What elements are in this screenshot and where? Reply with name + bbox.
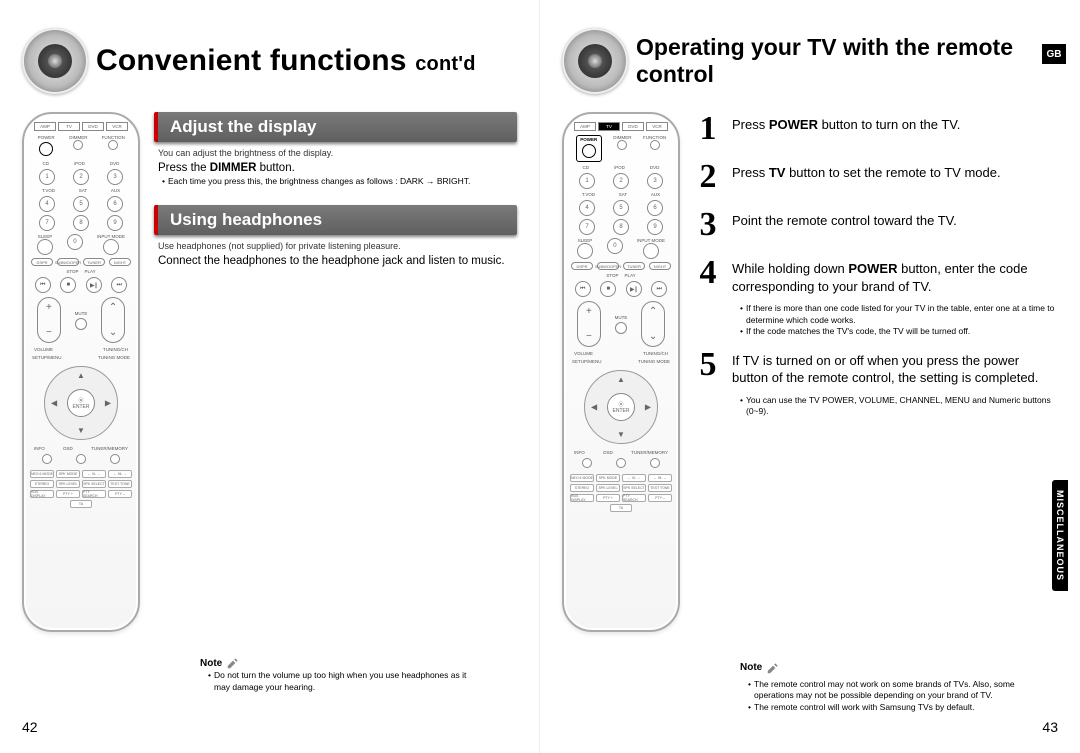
- dpad: ⦿ENTER ▲ ▼ ◀ ▶: [44, 366, 118, 440]
- remote-illustration-left: AMP TV DVD VCR POWER DIMMER: [22, 112, 140, 632]
- remote-mode-dvd: DVD: [82, 122, 104, 131]
- step-2: 2 Press TV button to set the remote to T…: [694, 160, 1058, 194]
- pencil-icon: [226, 656, 240, 670]
- speaker-icon: [22, 28, 88, 94]
- title-contd: cont'd: [415, 53, 475, 75]
- right-heading: Operating your TV with the remote contro…: [562, 28, 1058, 94]
- gb-badge: GB: [1042, 44, 1066, 64]
- step-5: 5 If TV is turned on or off when you pre…: [694, 348, 1058, 387]
- remote-bottom-grid: NEO 6 MODE SPK MODE ← VL → ← HL → STEREO…: [30, 470, 132, 498]
- remote-illustration-right: AMP TV DVD VCR POWER DIMMER: [562, 112, 680, 632]
- tuning-rocker: ⌃⌄: [101, 297, 125, 343]
- page-43: GB Operating your TV with the remote con…: [540, 0, 1080, 753]
- title-main: Convenient functions: [96, 44, 407, 77]
- volume-rocker: +−: [37, 297, 61, 343]
- pencil-icon: [766, 661, 780, 675]
- power-icon: [582, 144, 596, 158]
- page-number-right: 43: [1042, 719, 1058, 735]
- step-4: 4 While holding down POWER button, enter…: [694, 256, 1058, 295]
- step-4-notes: If there is more than one code listed fo…: [732, 303, 1058, 337]
- headphones-body: Connect the headphones to the headphone …: [158, 255, 517, 267]
- step-5-notes: You can use the TV POWER, VOLUME, CHANNE…: [732, 395, 1058, 418]
- headphones-intro: Use headphones (not supplied) for privat…: [158, 241, 517, 251]
- adjust-intro: You can adjust the brightness of the dis…: [158, 148, 517, 158]
- remote-mode-tv: TV: [58, 122, 80, 131]
- row-srclabels-1: CD iPOD DVD: [30, 161, 132, 166]
- adjust-bullet: Each time you press this, the brightness…: [162, 176, 517, 187]
- speaker-icon: [562, 28, 628, 94]
- function-btn: [108, 140, 118, 150]
- right-content: 1 Press POWER button to turn on the TV. …: [694, 112, 1058, 632]
- left-heading: Convenient functions cont'd: [22, 28, 517, 94]
- remote-mode-vcr: VCR: [106, 122, 128, 131]
- step-3: 3 Point the remote control toward the TV…: [694, 208, 1058, 242]
- dimmer-btn: [73, 140, 83, 150]
- enter-button: ⦿ENTER: [67, 389, 95, 417]
- page-42: Convenient functions cont'd AMP TV DVD V…: [0, 0, 540, 753]
- page-number-left: 42: [22, 719, 38, 735]
- section-adjust-display: Adjust the display: [154, 112, 517, 142]
- left-content: Adjust the display You can adjust the br…: [154, 112, 517, 632]
- power-icon: [39, 142, 53, 156]
- left-note: Note Do not turn the volume up too high …: [200, 656, 509, 693]
- section-headphones: Using headphones: [154, 205, 517, 235]
- remote-mode-amp: AMP: [34, 122, 56, 131]
- note-label: Note: [200, 656, 240, 670]
- side-tab-miscellaneous: MISCELLANEOUS: [1052, 480, 1068, 591]
- right-title: Operating your TV with the remote contro…: [636, 34, 1058, 88]
- right-note: Note The remote control may not work on …: [740, 661, 1050, 713]
- left-title: Convenient functions cont'd: [96, 44, 476, 78]
- power-label: POWER: [38, 135, 55, 140]
- row-srclabels-2: T.VOD SAT AUX: [30, 188, 132, 193]
- adjust-line1: Press the DIMMER button.: [158, 162, 517, 174]
- step-1: 1 Press POWER button to turn on the TV.: [694, 112, 1058, 146]
